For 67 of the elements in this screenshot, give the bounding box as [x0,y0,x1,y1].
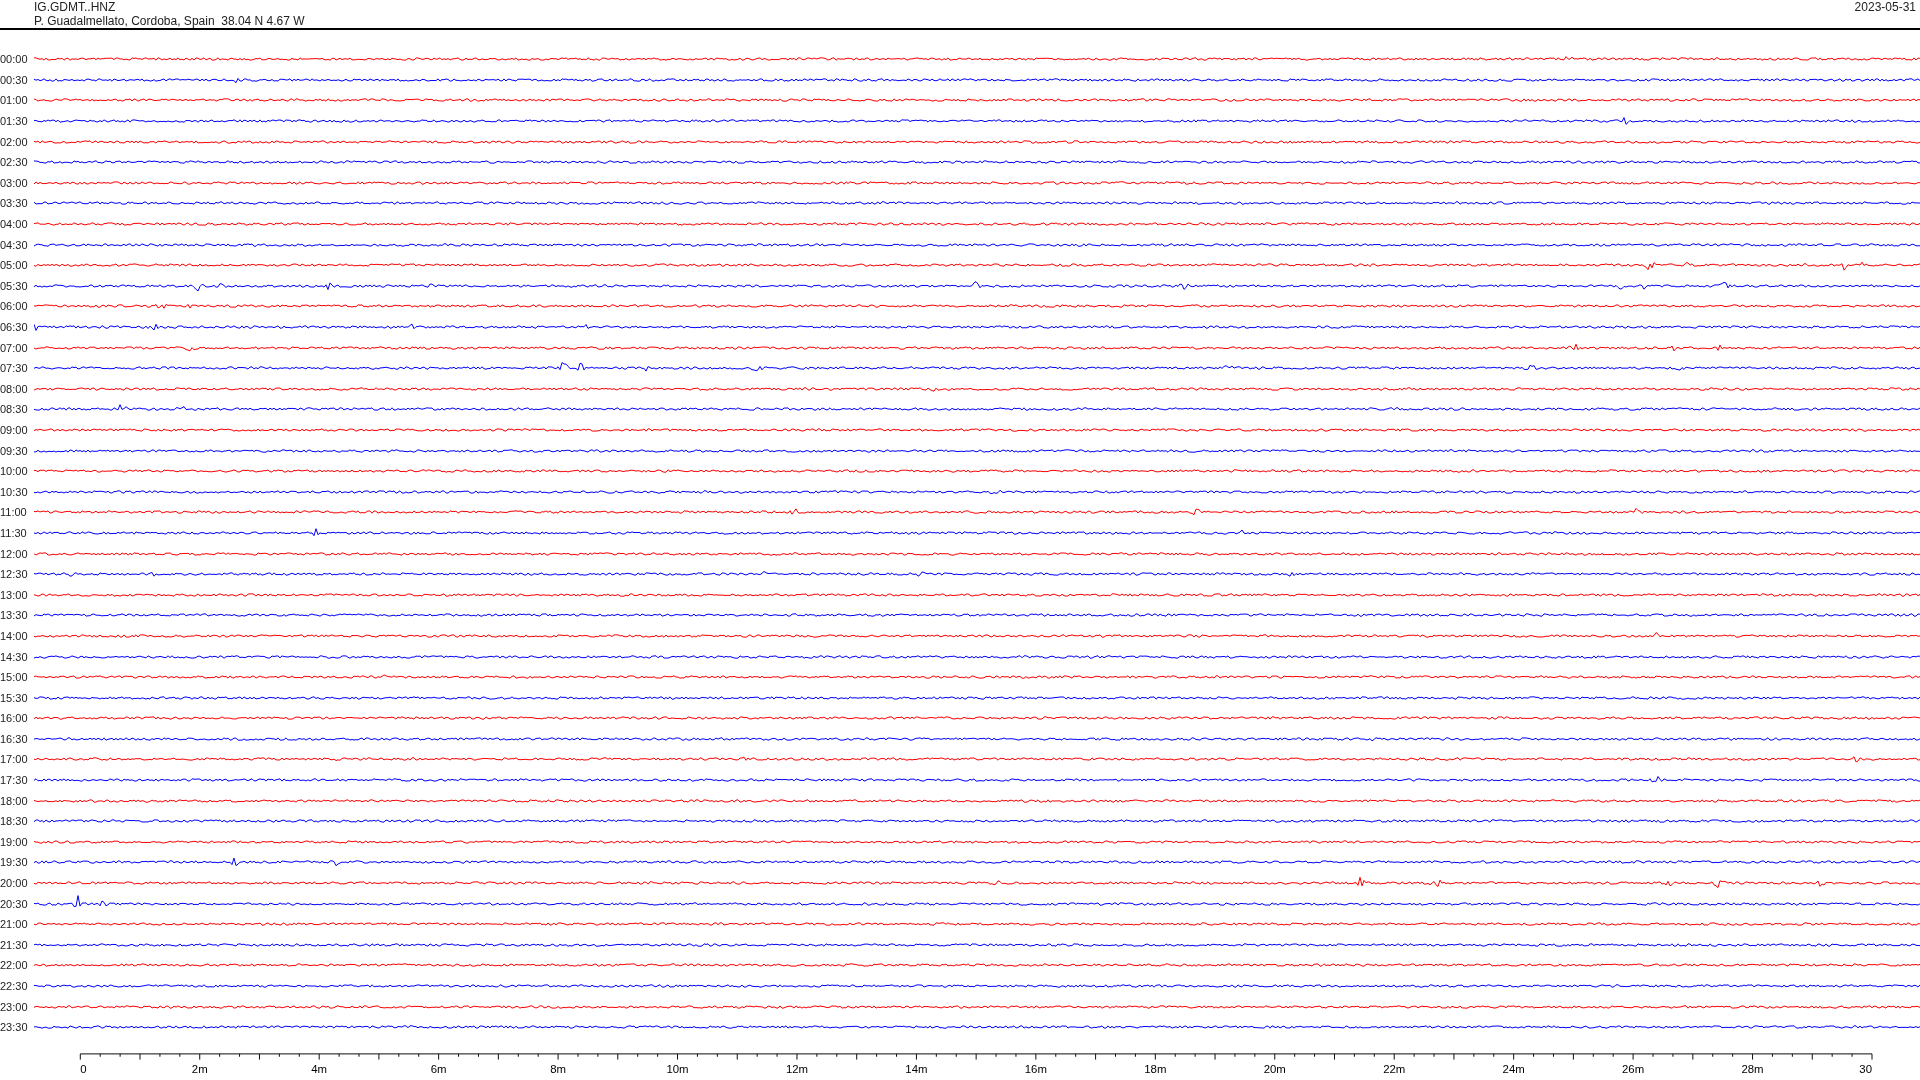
time-label: 14:00 [0,629,29,642]
time-label: 11:30 [0,526,28,539]
time-label: 21:30 [0,938,29,951]
time-label: 09:00 [0,424,29,436]
time-label: 00:00 [0,53,29,66]
time-label: 22:00 [0,959,29,972]
axis-label: 28m [1741,1062,1764,1075]
axis-label: 18m [1144,1062,1167,1075]
time-label: 05:00 [0,259,29,272]
axis-label: 20m [1263,1062,1286,1075]
time-label: 14:30 [0,650,29,663]
time-label: 02:00 [0,135,29,148]
time-label: 18:00 [0,794,29,807]
time-label: 11:00 [0,506,28,519]
time-label: 01:30 [0,115,29,128]
time-label: 18:30 [0,815,29,828]
time-label: 09:30 [0,444,29,457]
time-label: 20:00 [0,877,29,890]
time-label: 02:30 [0,156,29,169]
time-label: 17:00 [0,753,29,766]
time-label: 16:30 [0,732,29,745]
time-label: 15:30 [0,691,29,704]
axis-label: 2m [191,1062,208,1075]
axis-label: 30 [1859,1062,1872,1075]
station-location: P. Guadalmellato, Cordoba, Spain 38.04 N 4.67 W [34,14,305,28]
time-label: 08:00 [0,382,29,395]
time-label: 15:00 [0,671,29,684]
time-label: 03:30 [0,197,29,210]
time-label: 22:30 [0,980,29,992]
time-label: 20:30 [0,897,29,910]
time-label: 04:30 [0,238,29,251]
time-label: 10:00 [0,465,29,478]
time-label: 23:00 [0,1000,29,1013]
time-label: 12:30 [0,568,29,581]
axis-label: 16m [1024,1062,1047,1075]
time-label: 23:30 [0,1021,29,1034]
axis-label: 4m [311,1062,328,1075]
plot-date: 2023-05-31 [1854,0,1916,16]
time-label: 04:00 [0,218,29,231]
axis-label: 22m [1383,1062,1406,1075]
time-label: 21:00 [0,918,29,931]
time-label: 06:30 [0,321,29,333]
time-label: 12:00 [0,547,29,560]
time-label: 08:30 [0,403,29,416]
axis-label: 12m [785,1062,809,1075]
time-label: 13:00 [0,588,29,601]
axis-label: 10m [666,1062,689,1075]
time-label: 19:30 [0,856,29,869]
time-label: 07:30 [0,362,29,375]
axis-label: 26m [1622,1062,1645,1075]
time-label: 01:00 [0,94,29,107]
axis-label: 14m [905,1062,928,1075]
axis-label: 24m [1502,1062,1525,1075]
axis-label: 6m [430,1062,447,1075]
axis-label: 0 [80,1062,87,1075]
time-label: 03:00 [0,176,29,189]
time-label: 00:30 [0,73,29,86]
time-label: 16:00 [0,712,29,725]
time-label: 07:00 [0,341,29,354]
time-label: 13:30 [0,609,29,622]
time-label: 10:30 [0,485,29,498]
time-label: 17:30 [0,774,29,787]
station-code: IG.GDMT..HNZ [34,0,117,14]
time-label: 05:30 [0,279,29,292]
time-label: 19:00 [0,835,29,848]
time-label: 06:00 [0,300,29,313]
axis-label: 8m [550,1062,566,1075]
